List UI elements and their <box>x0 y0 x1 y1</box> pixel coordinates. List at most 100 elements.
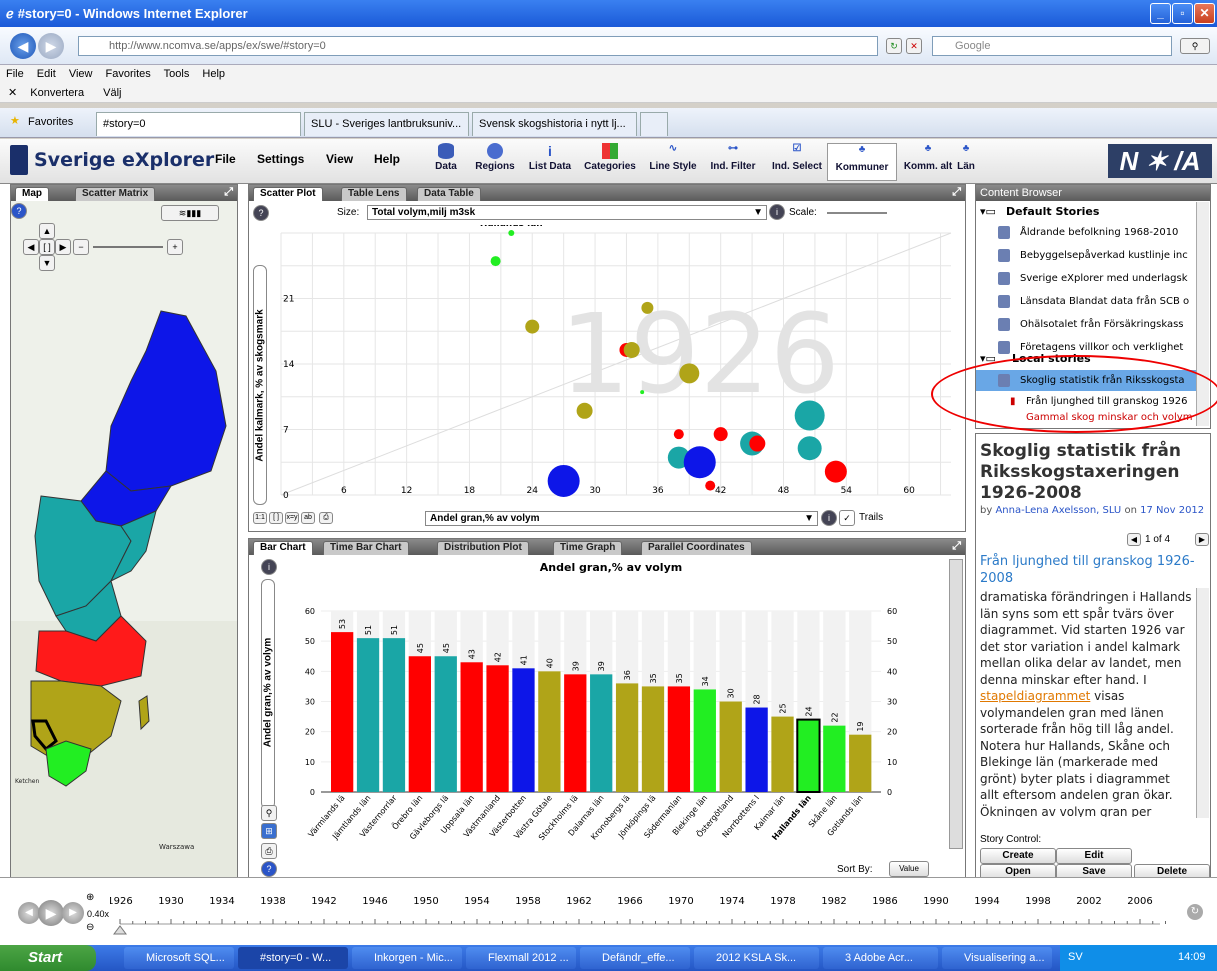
help-icon[interactable]: ? <box>253 205 269 221</box>
search-icon[interactable]: ⚲ <box>1180 38 1210 54</box>
tab-time-bar-chart[interactable]: Time Bar Chart <box>323 541 409 555</box>
bar[interactable] <box>486 665 509 792</box>
data-point[interactable] <box>576 402 593 419</box>
maximize-button[interactable]: ▫ <box>1172 3 1193 24</box>
tab-distribution-plot[interactable]: Distribution Plot <box>437 541 529 555</box>
bar[interactable] <box>408 656 431 792</box>
sort-by-value-button[interactable]: Value <box>889 861 929 877</box>
app-menu-help[interactable]: Help <box>374 152 400 166</box>
minimize-button[interactable]: _ <box>1150 3 1171 24</box>
stop-icon[interactable]: ✕ <box>906 38 922 54</box>
zoom-out-icon[interactable]: − <box>73 239 89 255</box>
bar[interactable] <box>460 662 483 792</box>
toolbar-kommuner[interactable]: ♣ Kommuner <box>827 143 897 181</box>
tab-skogshistoria[interactable]: Svensk skogshistoria i nytt lj... <box>472 112 637 136</box>
tab-parallel-coordinates[interactable]: Parallel Coordinates <box>641 541 752 555</box>
bar-chart[interactable]: Andel gran,% av volym 0 0 10 10 20 20 30 30 40 40 5… <box>281 557 941 852</box>
data-point[interactable] <box>679 363 700 384</box>
tab-bar-chart[interactable]: Bar Chart <box>253 541 313 555</box>
bar-chart-link[interactable]: stapeldiagrammet <box>980 689 1090 703</box>
data-point[interactable] <box>749 435 766 452</box>
tab-time-graph[interactable]: Time Graph <box>553 541 623 555</box>
sweden-map[interactable]: Warszawa Ketchen <box>11 201 237 877</box>
map-layers-icon[interactable]: ≋▮▮▮ <box>161 205 219 221</box>
bar[interactable] <box>667 686 691 792</box>
maximize-bar-icon[interactable]: ⤢ <box>952 540 961 553</box>
favorites-button[interactable]: Favorites <box>28 116 73 128</box>
data-point[interactable] <box>525 319 540 334</box>
pan-up-icon[interactable]: ▲ <box>39 223 55 239</box>
menu-file[interactable]: File <box>6 68 24 80</box>
data-point[interactable] <box>794 400 825 431</box>
scatter-plot[interactable]: 1926 6 12 18 24 30 36 42 48 54 60 21 14 7 0 Hallands lä… <box>273 225 963 505</box>
zoom-in-icon[interactable]: + <box>167 239 183 255</box>
crop-icon[interactable]: ⊞ <box>261 823 277 839</box>
data-point[interactable] <box>490 256 501 267</box>
step-forward-icon[interactable]: ▶ <box>62 902 84 924</box>
create-button[interactable]: Create <box>980 848 1056 864</box>
data-point[interactable] <box>683 446 716 479</box>
bar-scrollbar[interactable] <box>949 559 963 849</box>
app-menu-file[interactable]: File <box>215 152 236 166</box>
menu-help[interactable]: Help <box>202 68 225 80</box>
step-back-icon[interactable]: ◀ <box>18 902 40 924</box>
zoom-1to1-button[interactable]: 1:1 <box>253 512 267 524</box>
loop-icon[interactable]: ↻ <box>1187 904 1203 920</box>
menu-favorites[interactable]: Favorites <box>106 68 151 80</box>
bar[interactable] <box>823 725 846 792</box>
chapter-title[interactable]: Från ljunghed till granskog 1926-2008 <box>980 553 1210 587</box>
next-page-button[interactable]: ▶ <box>1195 533 1209 546</box>
bar[interactable] <box>434 656 457 792</box>
bar[interactable] <box>564 674 587 792</box>
speed-down-icon[interactable]: ⊖ <box>86 922 94 933</box>
task-item[interactable]: Defändr_effe... <box>580 947 690 969</box>
bar[interactable] <box>331 632 354 792</box>
tab-table-lens[interactable]: Table Lens <box>341 187 407 201</box>
zoom-slider[interactable] <box>93 246 163 248</box>
story-item[interactable]: Länsdata Blandat data från SCB o <box>976 291 1204 312</box>
speed-up-icon[interactable]: ⊕ <box>86 892 94 903</box>
info-icon[interactable]: i <box>261 559 277 575</box>
data-point[interactable] <box>508 230 515 236</box>
bar[interactable] <box>745 707 768 792</box>
task-item[interactable]: Visualisering a... <box>942 947 1052 969</box>
task-item[interactable]: Flexmall 2012 ... <box>466 947 576 969</box>
task-item[interactable]: 2012 KSLA Sk... <box>694 947 819 969</box>
bar[interactable] <box>538 671 561 792</box>
timeline-handle-icon[interactable] <box>113 925 127 935</box>
info-icon[interactable]: i <box>821 510 837 526</box>
url-field[interactable]: http://www.ncomva.se/apps/ex/swe/#story=… <box>78 36 878 56</box>
tab-map[interactable]: Map <box>15 187 49 201</box>
labels-button[interactable]: ab <box>301 512 315 524</box>
pan-down-icon[interactable]: ▼ <box>39 255 55 271</box>
print-icon[interactable]: ⎙ <box>319 512 333 524</box>
task-item[interactable]: Microsoft SQL... <box>124 947 234 969</box>
axis-swap-button[interactable]: x=y <box>285 512 299 524</box>
pan-right-icon[interactable]: ▶ <box>55 239 71 255</box>
start-button[interactable]: Start <box>0 945 96 971</box>
toolbar-ind-select[interactable]: ☑ Ind. Select <box>762 143 832 172</box>
story-body-scrollbar[interactable] <box>1196 588 1209 818</box>
pan-center-icon[interactable]: [ ] <box>39 239 55 255</box>
bar[interactable] <box>590 674 613 792</box>
toolbar-ind-filter[interactable]: ⊶ Ind. Filter <box>698 143 768 172</box>
data-point[interactable] <box>797 436 822 461</box>
bar[interactable] <box>382 638 406 792</box>
maximize-scatter-icon[interactable]: ⤢ <box>952 186 961 199</box>
bar[interactable] <box>849 734 872 792</box>
data-point[interactable] <box>673 429 684 440</box>
data-point[interactable] <box>623 341 640 358</box>
tab-scatter-matrix[interactable]: Scatter Matrix <box>75 187 156 201</box>
prev-page-button[interactable]: ◀ <box>1127 533 1141 546</box>
menu-view[interactable]: View <box>69 68 93 80</box>
forward-icon[interactable]: ▶ <box>38 33 64 59</box>
close-icon[interactable]: ✕ <box>8 87 17 99</box>
pan-left-icon[interactable]: ◀ <box>23 239 39 255</box>
menu-edit[interactable]: Edit <box>37 68 56 80</box>
info-icon[interactable]: i <box>769 204 785 220</box>
bar[interactable] <box>693 689 716 792</box>
bar[interactable] <box>356 638 380 792</box>
search-field[interactable]: Google <box>932 36 1172 56</box>
help-icon[interactable]: ? <box>11 203 27 219</box>
data-point[interactable] <box>824 460 847 483</box>
